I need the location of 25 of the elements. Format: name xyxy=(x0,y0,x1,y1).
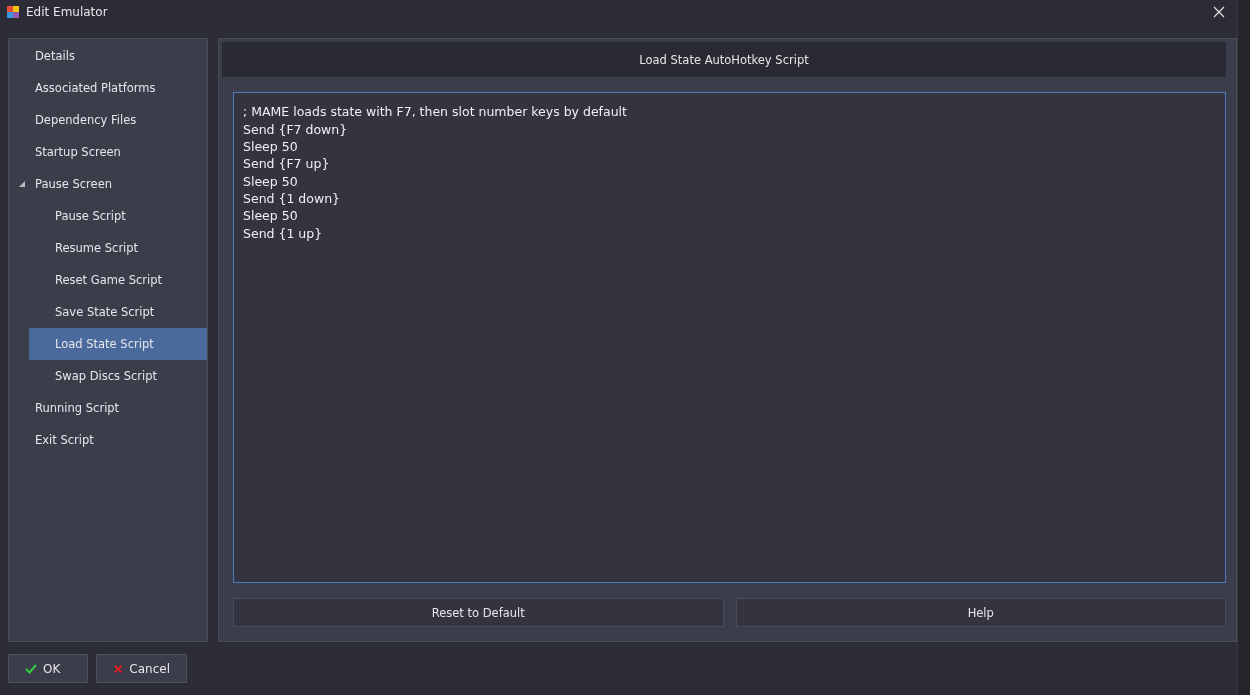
tree-item[interactable]: Exit Script xyxy=(9,424,207,456)
tree-item[interactable]: Load State Script xyxy=(29,328,207,360)
tree-item[interactable]: Resume Script xyxy=(29,232,207,264)
tree-item[interactable]: Dependency Files xyxy=(9,104,207,136)
ok-button[interactable]: OK xyxy=(8,654,88,683)
tree-item[interactable]: Reset Game Script xyxy=(29,264,207,296)
tree-item[interactable]: Save State Script xyxy=(29,296,207,328)
tree-item[interactable]: Pause Screen xyxy=(9,168,207,200)
tree-item[interactable]: Running Script xyxy=(9,392,207,424)
tree-item[interactable]: Pause Script xyxy=(29,200,207,232)
cross-icon xyxy=(113,662,124,675)
tree-item[interactable]: Startup Screen xyxy=(9,136,207,168)
close-icon[interactable] xyxy=(1213,6,1225,18)
panel-button[interactable]: Help xyxy=(735,598,1226,627)
panel-header: Load State AutoHotkey Script xyxy=(222,42,1226,78)
cube-logo-icon xyxy=(6,5,20,19)
panel-button[interactable]: Reset to Default xyxy=(233,598,724,627)
cancel-button[interactable]: Cancel xyxy=(96,654,187,683)
script-editor[interactable]: ; MAME loads state with F7, then slot number keys by default Send {F7 down} Sleep 50 Send {F7 up} Sleep 50 Send {1 down} Sleep 50 Send {1 up} xyxy=(233,92,1226,583)
window-title: Edit Emulator xyxy=(26,5,109,19)
tree-item[interactable]: Details xyxy=(9,40,207,72)
expanded-triangle-icon[interactable] xyxy=(19,181,25,187)
tree-item[interactable]: Associated Platforms xyxy=(9,72,207,104)
check-icon xyxy=(25,662,37,675)
tree-item[interactable]: Swap Discs Script xyxy=(29,360,207,392)
